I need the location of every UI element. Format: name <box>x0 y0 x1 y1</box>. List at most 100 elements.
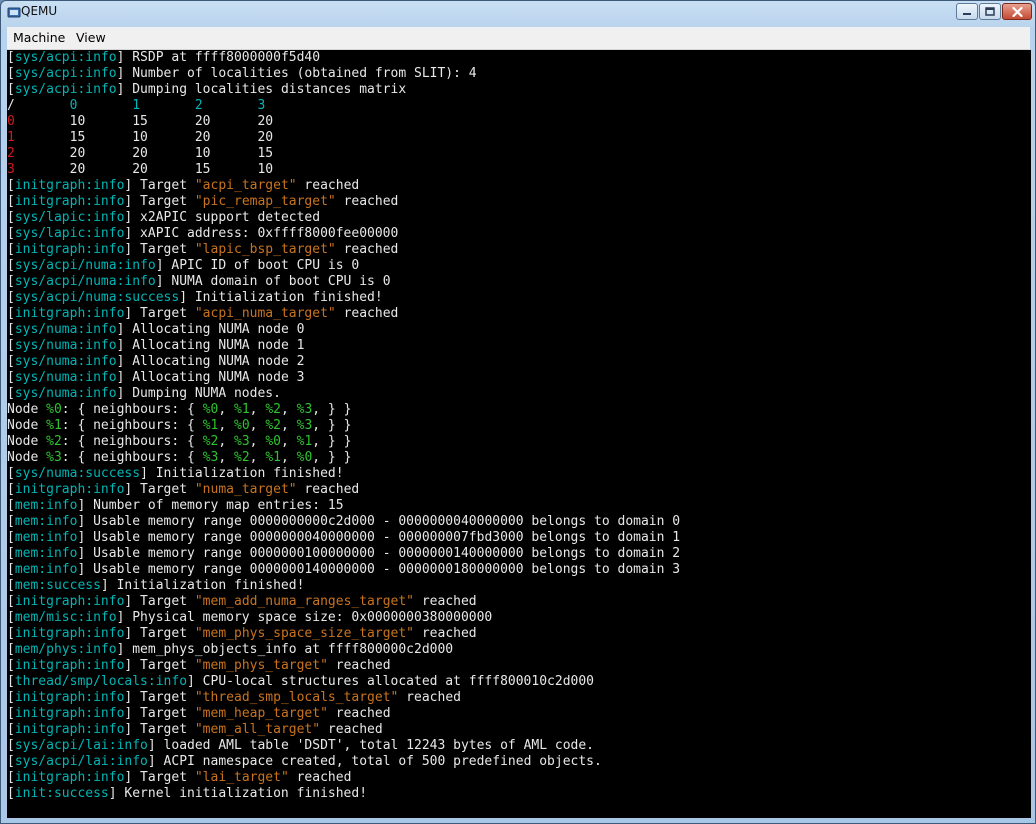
target-name: "numa_target" <box>194 482 297 497</box>
console-text: ] loaded AML table 'DSDT', total 12243 b… <box>147 738 595 753</box>
log-tag: sys/numa:info <box>14 338 117 353</box>
console-text: [ <box>7 210 15 225</box>
console-line: / 0 1 2 3 <box>7 98 680 114</box>
qemu-window: QEMU Machine View [sys/acpi:info] RSDP a… <box>0 0 1036 824</box>
console-text: 15 10 20 20 <box>14 130 274 145</box>
log-tag: initgraph:info <box>14 706 125 721</box>
menu-view[interactable]: View <box>76 30 106 45</box>
console-text: ] Target <box>124 690 195 705</box>
log-tag: sys/acpi/numa:info <box>14 274 156 289</box>
console-text: [ <box>7 562 15 577</box>
console-text: [ <box>7 770 15 785</box>
console-text: [ <box>7 66 15 81</box>
console-text: , <box>249 418 266 433</box>
log-tag: mem:info <box>14 498 78 513</box>
close-button[interactable] <box>1002 3 1032 20</box>
log-tag: sys/numa:info <box>14 386 117 401</box>
console-line: [sys/lapic:info] x2APIC support detected <box>7 210 680 226</box>
log-tag: sys/acpi/lai:info <box>14 754 148 769</box>
console-line: [mem/misc:info] Physical memory space si… <box>7 610 680 626</box>
console-line: 1 15 10 20 20 <box>7 130 680 146</box>
console-text: , <box>218 434 234 449</box>
console-text: ] Target <box>124 194 195 209</box>
log-tag: thread/smp/locals:info <box>14 674 188 689</box>
console-line: [sys/numa:info] Allocating NUMA node 0 <box>7 322 680 338</box>
console-line: [initgraph:info] Target "mem_heap_target… <box>7 706 680 722</box>
console-line: [sys/acpi:info] Number of localities (ob… <box>7 66 680 82</box>
log-tag: sys/numa:info <box>14 322 117 337</box>
log-tag: mem/misc:info <box>14 610 117 625</box>
console-text: %2 <box>265 402 281 417</box>
console-text: [ <box>7 642 15 657</box>
console-text: %0 <box>265 434 281 449</box>
log-tag: initgraph:info <box>14 722 125 737</box>
console-text: ] Allocating NUMA node 0 <box>116 322 305 337</box>
log-tag: sys/acpi:info <box>14 66 117 81</box>
target-name: "mem_phys_target" <box>194 658 328 673</box>
console-text: , <box>218 402 234 417</box>
console-line: [sys/numa:info] Allocating NUMA node 2 <box>7 354 680 370</box>
console-text: [ <box>7 578 15 593</box>
console-line: [sys/acpi/lai:info] ACPI namespace creat… <box>7 754 680 770</box>
log-tag: sys/acpi/lai:info <box>14 738 148 753</box>
console-text: ] Target <box>124 178 195 193</box>
console-text: : { neighbours: { <box>61 402 203 417</box>
log-tag: mem/phys:info <box>14 642 117 657</box>
console-text: [ <box>7 50 15 65</box>
console-text: ] Dumping NUMA nodes. <box>116 386 281 401</box>
target-name: "mem_heap_target" <box>194 706 328 721</box>
console-text: ] Initialization finished! <box>140 466 344 481</box>
log-tag: 1 <box>132 98 141 113</box>
console-text: ] Allocating NUMA node 3 <box>116 370 305 385</box>
log-tag: initgraph:info <box>14 178 125 193</box>
vm-display[interactable]: [sys/acpi:info] RSDP at ffff8000000f5d40… <box>7 50 1031 818</box>
console-text: 3 <box>7 162 15 177</box>
console-text: %2 <box>265 418 281 433</box>
title-bar[interactable]: QEMU <box>1 1 1035 25</box>
console-text: [ <box>7 754 15 769</box>
console-text: [ <box>7 82 15 97</box>
console-text: ] xAPIC address: 0xffff8000fee00000 <box>124 226 399 241</box>
console-text: 20 20 10 15 <box>14 146 274 161</box>
console-text: , } } <box>312 402 352 417</box>
console-line: [thread/smp/locals:info] CPU-local struc… <box>7 674 680 690</box>
maximize-button[interactable] <box>979 3 1001 20</box>
log-tag: mem:success <box>14 578 101 593</box>
console-line: [mem:info] Usable memory range 000000000… <box>7 514 680 530</box>
console-text: ] Target <box>124 706 195 721</box>
console-line: [sys/acpi:info] RSDP at ffff8000000f5d40 <box>7 50 680 66</box>
console-text: reached <box>288 770 352 785</box>
log-tag: initgraph:info <box>14 482 125 497</box>
console-text: [ <box>7 322 15 337</box>
log-tag: initgraph:info <box>14 770 125 785</box>
console-text: ] Target <box>124 658 195 673</box>
window-title: QEMU <box>21 4 58 18</box>
target-name: "thread_smp_locals_target" <box>194 690 399 705</box>
console-text: %1 <box>296 434 313 449</box>
log-tag: sys/acpi/numa:info <box>14 258 156 273</box>
console-text: %1 <box>265 450 281 465</box>
console-text: ] Number of memory map entries: 15 <box>77 498 344 513</box>
qemu-app-icon <box>7 7 21 18</box>
console-text: , <box>280 450 297 465</box>
log-tag: mem:info <box>14 530 78 545</box>
console-text: , <box>218 450 234 465</box>
console-text: %2 <box>234 450 250 465</box>
console-text: , <box>280 434 297 449</box>
target-name: "mem_phys_space_size_target" <box>194 626 415 641</box>
log-tag: sys/acpi:info <box>14 50 117 65</box>
console-text: [ <box>7 658 15 673</box>
console-text: [ <box>7 674 15 689</box>
menu-machine[interactable]: Machine <box>13 30 65 45</box>
console-text: Node <box>7 418 47 433</box>
minimize-button[interactable] <box>956 3 978 20</box>
console-text: [ <box>7 786 15 801</box>
log-tag: initgraph:info <box>14 690 125 705</box>
console-text: [ <box>7 530 15 545</box>
console-line: [sys/acpi/numa:info] APIC ID of boot CPU… <box>7 258 680 274</box>
console-text: reached <box>414 626 477 641</box>
log-tag: initgraph:info <box>14 242 125 257</box>
console-line: [mem:info] Number of memory map entries:… <box>7 498 680 514</box>
console-line: [sys/numa:info] Dumping NUMA nodes. <box>7 386 680 402</box>
